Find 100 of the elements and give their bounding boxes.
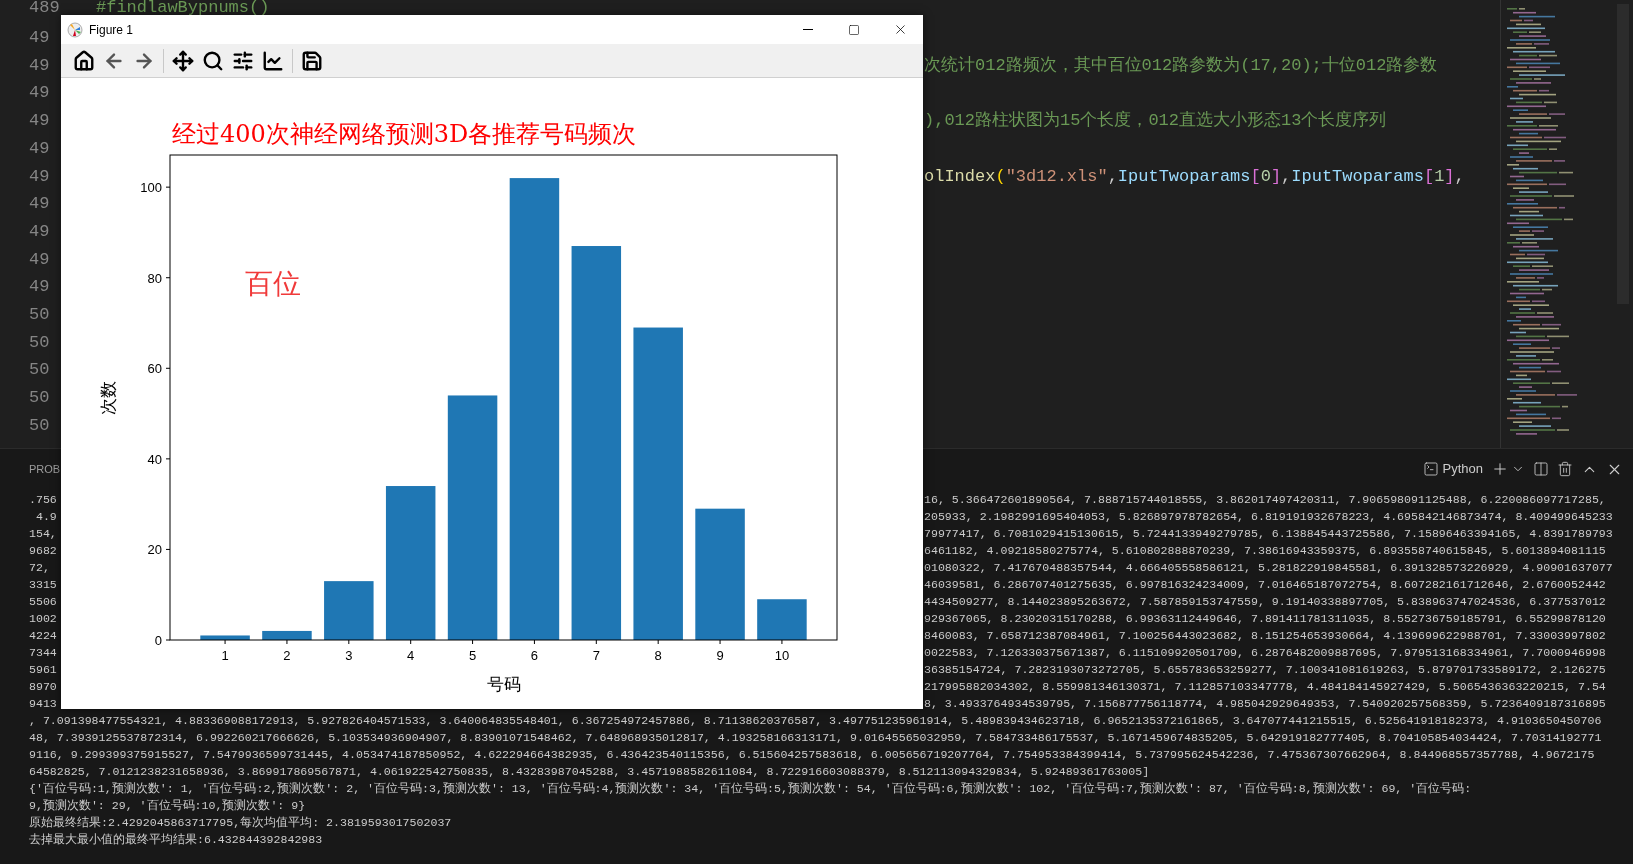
x-tick: 5 <box>468 639 477 663</box>
code-text: 次统计012路频次，其中百位012路参数为(17,20);十位012路参数 <box>924 54 1438 77</box>
output-text: 8970 <box>29 680 57 693</box>
x-tick-label: 4 <box>407 648 415 663</box>
shell-name[interactable]: Python <box>1442 459 1483 479</box>
output-text: 9413 <box>29 697 57 710</box>
x-tick: 9 <box>716 639 724 663</box>
x-tick-label: 3 <box>345 648 353 663</box>
output-text: 5506 <box>29 595 57 608</box>
output-text: 79977417, 6.7081029415130615, 5.7244133949279785, 6.138845443725586, 7.15896463394165, 4.8391789793 <box>924 526 1613 542</box>
output-text: 1002 <box>29 612 57 625</box>
trash-icon[interactable] <box>1557 461 1573 477</box>
output-text: 01080322, 7.417670488357544, 4.666405558586121, 5.281822919845581, 6.391328573226929, 4.90901637077 <box>924 560 1613 576</box>
y-tick: 60 <box>147 361 171 377</box>
output-text: 8460083, 7.658712387084961, 7.100256443023682, 8.151254653930664, 4.139699622988701, 7.33003997802 <box>924 628 1606 644</box>
y-tick-label: 100 <box>140 180 162 196</box>
y-tick: 80 <box>147 270 171 286</box>
output-text: 3315 <box>29 578 57 591</box>
x-tick: 3 <box>345 639 353 663</box>
line-number: 489 <box>29 0 60 17</box>
bar <box>324 581 374 640</box>
output-text: .756 <box>29 493 57 506</box>
terminal-icon[interactable] <box>1422 461 1439 477</box>
y-tick: 20 <box>147 542 171 558</box>
x-tick-label: 9 <box>716 648 724 663</box>
output-text: 4434509277, 8.144023895263672, 7.587859153747559, 9.19140338897705, 5.838963747024536, 6.377537012 <box>924 594 1606 610</box>
output-text: 154, <box>29 527 57 540</box>
line-number: 49 <box>29 138 50 158</box>
y-tick: 0 <box>154 633 171 648</box>
y-tick-label: 40 <box>147 451 162 467</box>
x-tick-label: 8 <box>654 648 662 663</box>
x-tick: 7 <box>592 639 600 663</box>
line-number: 49 <box>29 221 50 241</box>
line-number: 49 <box>29 83 50 103</box>
y-tick: 100 <box>140 180 171 196</box>
x-tick-label: 2 <box>283 648 291 663</box>
app-icon <box>67 21 83 38</box>
output-text: 9682 <box>29 544 57 557</box>
x-tick: 10 <box>774 639 790 663</box>
x-axis-label: 号码 <box>486 675 521 694</box>
x-tick: 6 <box>530 639 539 663</box>
x-tick-label: 1 <box>221 648 229 663</box>
line-number: 50 <box>29 415 50 435</box>
output-line: 原始最终结果:2.4292045863717795,每次均值平均: 2.3819593017502037 <box>29 815 453 831</box>
output-text: 72, <box>29 561 50 574</box>
x-tick-label: 5 <box>468 648 477 663</box>
line-number: 50 <box>29 360 50 380</box>
line-number: 49 <box>29 28 50 47</box>
bar <box>262 630 312 640</box>
code-text: ),012路柱状图为15个长度，012直选大小形态13个长度序列 <box>924 109 1387 133</box>
x-tick: 8 <box>654 639 662 663</box>
new-terminal-icon[interactable] <box>1491 460 1509 478</box>
minimize-icon <box>803 29 813 30</box>
x-tick-label: 6 <box>530 648 539 663</box>
x-tick: 1 <box>221 639 229 663</box>
line-number: 50 <box>29 388 50 408</box>
output-text: 4.9 <box>34 510 57 523</box>
output-line: 9,预测次数': 29, '百位号码:10,预测次数': 9} <box>29 798 307 814</box>
y-tick-label: 20 <box>147 542 162 558</box>
output-text: 5961 <box>29 663 57 676</box>
output-text: 6461182, 4.09218580275774, 5.610802888870239, 7.38616943359375, 6.893558740615845, 5.6013894081115 <box>924 543 1606 559</box>
bar <box>757 599 807 640</box>
bar <box>200 635 250 640</box>
window-title: Figure 1 <box>89 21 134 39</box>
maximize-icon <box>848 23 860 36</box>
code-text: olIndex("3d12.xls",IputTwoparams[0],IputTwoparams[1], <box>924 165 1465 188</box>
output-text: 36385154724, 7.2823193073272705, 5.655783653259277, 7.100341081619263, 5.879701733589172, 2.126275 <box>924 662 1606 678</box>
line-number: 50 <box>29 332 50 352</box>
output-line: 64582825, 7.0121238231658936, 3.869917869567871, 4.061922542750835, 8.43283987045288, 3.4571988582611084, 8.722916603088379, 8.512113094329834, 5.92489361763005] <box>29 764 1151 780</box>
line-number: 50 <box>29 305 50 325</box>
chart-title: 经过400次神经网络预测3D各推荐号码频次 <box>172 120 637 148</box>
y-tick-label: 80 <box>147 270 162 286</box>
line-number: 49 <box>29 55 50 75</box>
output-line: {'百位号码:1,预测次数': 1, '百位号码:2,预测次数': 2, '百位号码:3,预测次数': 13, '百位号码:4,预测次数': 34, '百位号码:5,预测次数': 54, '百位号码:6,预测次数': 102, '百位号码:7,预测次数': 87, '百位号码:8,预测次数': 69, '百位号码: <box>29 781 1473 797</box>
output-line: 9116, 9.299399375915527, 7.5479936599731445, 4.053474187850952, 4.622294664382935, 6.436423540115356, 6.515604257583618, 6.005656719207764, 7.754953384399414, 5.737995624542236, 7.475367307662964, 8.844968557357788, 4.9672175 <box>29 747 1596 763</box>
y-axis-label: 次数 <box>99 380 118 415</box>
output-text: 16, 5.366472601890564, 7.888715744018555, 3.862017497420311, 7.906598091125488, 6.220086097717285, <box>924 492 1606 508</box>
y-tick-label: 0 <box>154 633 162 648</box>
x-tick-label: 10 <box>774 648 790 663</box>
output-text: 0022583, 7.126330375671387, 6.115109920501709, 6.2876482009887695, 7.979513168334961, 7.7000946998 <box>924 645 1606 661</box>
output-text: 205933, 2.1982991695404053, 5.826897978782654, 6.819191932678223, 4.695842146873474, 8.409499645233 <box>924 509 1613 525</box>
annotation: 百位 <box>245 268 301 299</box>
line-number: 49 <box>29 277 50 297</box>
line-number: 49 <box>29 194 50 214</box>
output-line: , 7.091398477554321, 4.883369088172913, 5.927826404571533, 3.640064835548401, 6.367254972457886, 8.71138620376587, 3.497751235961914, 5.489839434623718, 6.9652135372161865, 3.647077441215515, 6.525641918182373, 4.9103650450706 <box>29 713 1603 729</box>
output-text: 929367065, 8.23020315170288, 6.99363112449646, 7.891411781311035, 8.552736759185791, 6.55299878120 <box>924 611 1606 627</box>
output-text: 8, 3.4933764934539795, 7.156877756118774, 4.985042929649353, 7.540920257568359, 5.7236409187316895 <box>924 696 1606 712</box>
line-number: 49 <box>29 249 50 269</box>
output-text: 46039581, 6.286707401275635, 6.997816324234009, 7.016465187072754, 8.607282161712646, 2.6760052442 <box>924 577 1606 593</box>
y-tick: 40 <box>147 451 171 467</box>
split-icon[interactable] <box>1533 461 1549 477</box>
x-tick: 2 <box>283 639 291 663</box>
code-text: #findlawBypnums() <box>96 0 270 17</box>
output-line: 48, 7.3939125537872314, 6.992260217666626, 5.103534936904907, 8.83901071548462, 7.648968935012817, 4.193258166313171, 9.01645565032959, 7.584733486175537, 5.1671459674835205, 5.642919182777405, 8.704105854034424, 7.70314192771 <box>29 730 1603 746</box>
output-line: 去掉最大最小值的最终平均结果:6.432844392842983 <box>29 832 324 848</box>
panel-tab[interactable]: PROB <box>29 460 61 478</box>
output-text: 7344 <box>29 646 57 659</box>
output-text: 217995882034302, 8.559981346130371, 7.112857103347778, 4.484184145927429, 5.5065436363220215, 7.54 <box>924 679 1606 695</box>
output-text: 4224 <box>29 629 57 642</box>
x-tick: 4 <box>407 639 415 663</box>
